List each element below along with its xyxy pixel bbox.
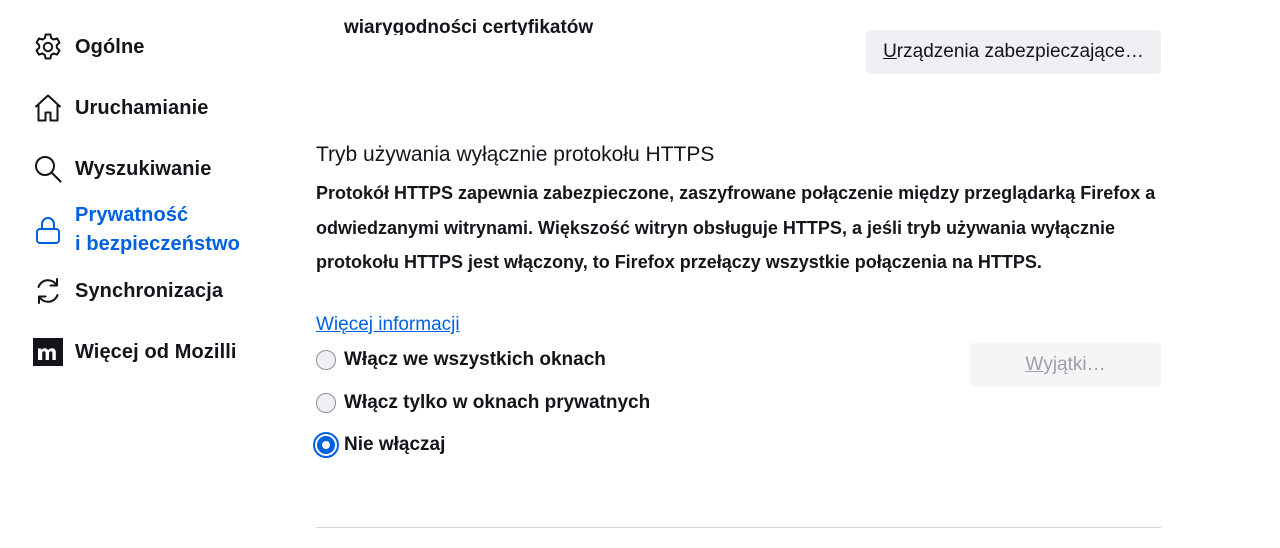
sidebar-item-label: Wyszukiwanie [75,157,212,180]
search-icon [32,153,64,185]
learn-more-link[interactable]: Więcej informacji [316,314,460,336]
radio-label: Włącz we wszystkich oknach [344,349,606,370]
sync-icon [32,275,64,307]
section-divider [316,527,1161,528]
radio-button-checked[interactable] [313,432,339,458]
home-icon [32,92,64,124]
sidebar-item-privacy-security[interactable]: Prywatność i bezpieczeństwo [32,201,240,259]
sidebar-item-label: Ogólne [75,35,145,58]
sidebar-item-label: Więcej od Mozilli [75,340,237,363]
sidebar-item-sync[interactable]: Synchronizacja [32,275,223,307]
sidebar-item-general[interactable]: Ogólne [32,31,145,63]
sidebar-item-label-line1: Prywatność [75,204,189,226]
exceptions-button[interactable]: Wyjątki… [970,343,1161,387]
https-only-title: Tryb używania wyłącznie protokołu HTTPS [316,143,715,166]
radio-label: Nie włączaj [344,434,446,455]
access-key-letter: W [1025,354,1044,375]
sidebar-item-label: Synchronizacja [75,279,224,302]
cut-off-text-content: wiarygodności certyfikatów [344,17,594,35]
radio-dot [322,441,330,449]
sidebar-item-label: Prywatność i bezpieczeństwo [75,201,240,259]
gear-icon [32,31,64,63]
radio-button[interactable] [316,350,336,370]
radio-dont-enable[interactable]: Nie włączaj [313,432,446,458]
sidebar-item-search[interactable]: Wyszukiwanie [32,153,211,185]
sidebar-item-label-line2: i bezpieczeństwo [75,233,240,255]
radio-button[interactable] [316,393,336,413]
sidebar-item-label: Uruchamianie [75,96,209,119]
mozilla-logo-icon [32,336,64,368]
security-devices-button[interactable]: Urządzenia zabezpieczające… [866,30,1161,74]
radio-label: Włącz tylko w oknach prywatnych [344,392,651,413]
radio-enable-all-windows[interactable]: Włącz we wszystkich oknach [314,349,606,371]
radio-enable-private-windows[interactable]: Włącz tylko w oknach prywatnych [314,392,650,414]
lock-icon [32,214,64,246]
radio-ring [317,436,335,454]
https-only-description: Protokół HTTPS zapewnia zabezpieczone, z… [316,183,1156,272]
cut-off-text: wiarygodności certyfikatów [344,13,593,35]
access-key-letter: U [883,41,897,62]
sidebar: Ogólne Uruchamianie Wyszukiwanie Prywatn… [0,0,290,548]
sidebar-item-more-from-mozilla[interactable]: Więcej od Mozilli [32,336,237,368]
button-label: yjątki… [1043,354,1106,375]
button-label: rządzenia zabezpieczające… [896,41,1144,62]
sidebar-item-startup[interactable]: Uruchamianie [32,92,208,124]
